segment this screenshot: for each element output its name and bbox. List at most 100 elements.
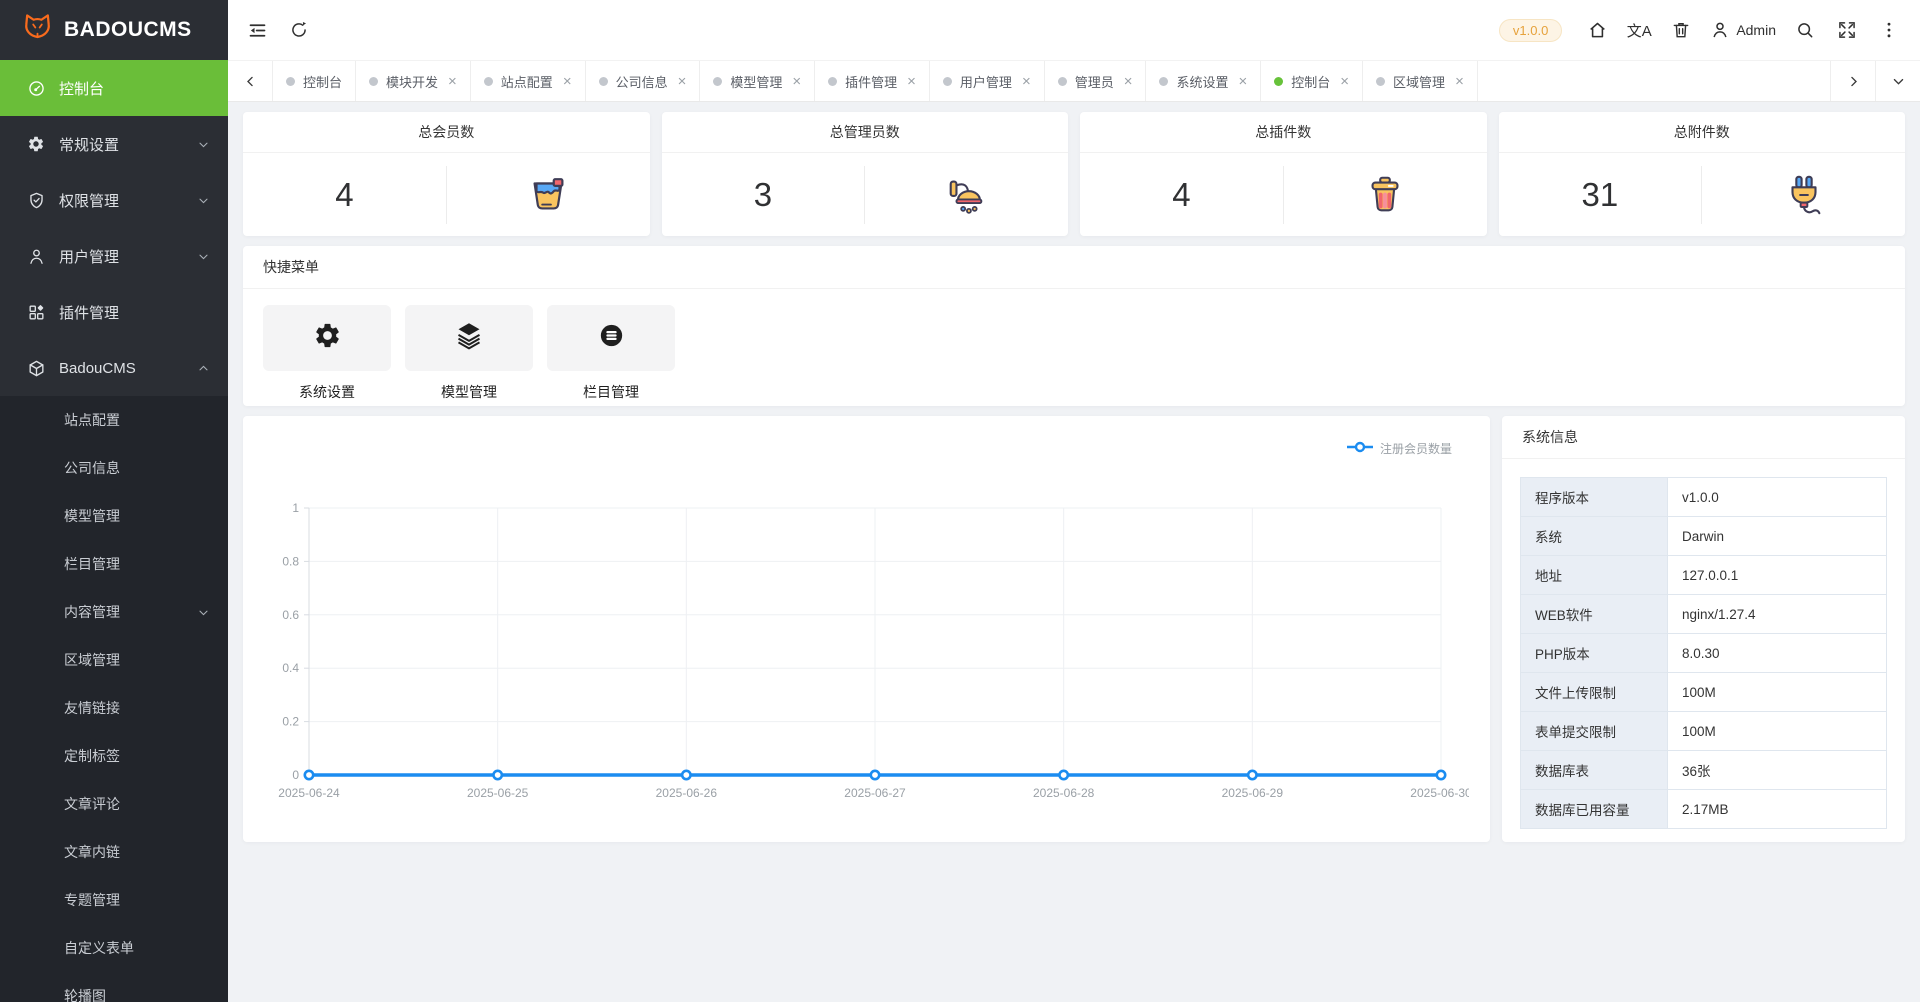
tab-控制台[interactable]: 控制台 [273,61,356,101]
legend-label: 注册会员数量 [1380,440,1452,457]
tab-系统设置[interactable]: 系统设置× [1146,61,1261,101]
tab-模块开发[interactable]: 模块开发× [356,61,471,101]
tab-close-icon[interactable]: × [1455,74,1464,89]
search-icon[interactable] [1784,0,1826,60]
sidebar-item-label: BadouCMS [59,360,197,377]
sidebar-subitem-label: 栏目管理 [64,554,210,574]
tab-label: 插件管理 [845,72,897,91]
sidebar-subitem-定制标签[interactable]: 定制标签 [0,732,228,780]
chevron-down-icon [197,138,210,151]
app-root: BADOUCMS 控制台常规设置权限管理用户管理插件管理BadouCMS站点配置… [0,0,1920,1002]
sidebar-item-常规设置[interactable]: 常规设置 [0,116,228,172]
tab-close-icon[interactable]: × [907,74,916,89]
tab-close-icon[interactable]: × [678,74,687,89]
system-info-label: 数据库已用容量 [1521,790,1668,829]
sidebar-subitem-友情链接[interactable]: 友情链接 [0,684,228,732]
chart-legend[interactable]: 注册会员数量 [1346,440,1452,457]
stat-card-总插件数: 总插件数4 [1080,112,1487,236]
stat-card-body: 3 [662,153,1069,236]
tab-管理员[interactable]: 管理员× [1045,61,1147,101]
tab-label: 公司信息 [616,72,668,91]
system-info-row: 程序版本v1.0.0 [1521,478,1887,517]
quick-menu-item-系统设置[interactable]: 系统设置 [263,305,391,402]
refresh-icon[interactable] [278,0,320,60]
tab-close-icon[interactable]: × [1022,74,1031,89]
sidebar-subitem-文章评论[interactable]: 文章评论 [0,780,228,828]
fullscreen-icon[interactable] [1826,0,1868,60]
sidebar-subitem-专题管理[interactable]: 专题管理 [0,876,228,924]
sidebar-item-权限管理[interactable]: 权限管理 [0,172,228,228]
sidebar-subitem-区域管理[interactable]: 区域管理 [0,636,228,684]
tab-区域管理[interactable]: 区域管理× [1363,61,1478,101]
svg-text:2025-06-24: 2025-06-24 [278,786,340,800]
tab-站点配置[interactable]: 站点配置× [471,61,586,101]
tab-active-dot [1274,77,1283,86]
sidebar-subitem-label: 内容管理 [64,602,197,622]
system-info-value: 100M [1668,673,1887,712]
sidebar-item-插件管理[interactable]: 插件管理 [0,284,228,340]
logo[interactable]: BADOUCMS [0,0,228,60]
system-info-value: 100M [1668,712,1887,751]
sidebar-subitem-站点配置[interactable]: 站点配置 [0,396,228,444]
sidebar-subitem-label: 站点配置 [64,410,210,430]
sidebar-subitem-label: 定制标签 [64,746,210,766]
svg-text:0.6: 0.6 [282,608,299,622]
tab-公司信息[interactable]: 公司信息 × [586,61,701,101]
tab-模型管理[interactable]: 模型管理× [700,61,815,101]
sidebar-subitem-公司信息[interactable]: 公司信息 [0,444,228,492]
system-info-value: 2.17MB [1668,790,1887,829]
chevron-up-icon [197,362,210,375]
sidebar-subitem-内容管理[interactable]: 内容管理 [0,588,228,636]
tabs-dropdown-button[interactable] [1875,61,1920,101]
translate-icon[interactable]: 文A [1618,0,1660,60]
top-header: v1.0.0 文A Admin [228,0,1920,60]
tab-close-icon[interactable]: × [1124,74,1133,89]
sidebar-subitem-label: 友情链接 [64,698,210,718]
sidebar-item-BadouCMS[interactable]: BadouCMS [0,340,228,396]
shower-icon [865,172,1068,218]
tab-label: 控制台 [1291,72,1330,91]
tab-close-icon[interactable]: × [1340,74,1349,89]
sidebar-subitem-模型管理[interactable]: 模型管理 [0,492,228,540]
quick-menu-label: 栏目管理 [547,382,675,402]
tab-控制台[interactable]: 控制台 × [1261,61,1363,101]
quick-menu-item-模型管理[interactable]: 模型管理 [405,305,533,402]
user-menu[interactable]: Admin [1702,0,1784,60]
tab-dot [1058,77,1067,86]
svg-text:2025-06-30: 2025-06-30 [1410,786,1469,800]
tab-close-icon[interactable]: × [563,74,572,89]
tab-用户管理[interactable]: 用户管理× [930,61,1045,101]
chevron-down-icon [197,606,210,619]
svg-text:2025-06-26: 2025-06-26 [656,786,718,800]
home-icon[interactable] [1576,0,1618,60]
tab-dot [1159,77,1168,86]
tabs-scroll-left-button[interactable] [228,61,273,101]
tab-close-icon[interactable]: × [792,74,801,89]
tab-dot [828,77,837,86]
tab-close-icon[interactable]: × [1239,74,1248,89]
clear-cache-trash-icon[interactable] [1660,0,1702,60]
svg-text:0.8: 0.8 [282,554,299,568]
sidebar-subitem-栏目管理[interactable]: 栏目管理 [0,540,228,588]
plug-icon [1702,172,1905,218]
more-kebab-icon[interactable] [1868,0,1910,60]
members-chart-card: 注册会员数量 00.20.40.60.812025-06-242025-06-2… [243,416,1490,842]
sidebar-fold-icon[interactable] [236,0,278,60]
legend-line-icon [1346,441,1374,456]
sidebar-subitem-轮播图[interactable]: 轮播图 [0,972,228,1002]
tab-close-icon[interactable]: × [448,74,457,89]
sidebar-item-控制台[interactable]: 控制台 [0,60,228,116]
stat-cards-row: 总会员数4总管理员数3总插件数4总附件数31 [243,112,1905,236]
quick-menu-item-栏目管理[interactable]: 栏目管理 [547,305,675,402]
tab-插件管理[interactable]: 插件管理 × [815,61,930,101]
sidebar: BADOUCMS 控制台常规设置权限管理用户管理插件管理 BadouCMS 站点配置… [0,0,228,1002]
tabs-scroll-right-button[interactable] [1830,61,1875,101]
stat-card-value: 3 [662,176,865,214]
sidebar-subitem-自定义表单[interactable]: 自定义表单 [0,924,228,972]
svg-text:0.2: 0.2 [282,715,299,729]
system-info-label: WEB软件 [1521,595,1668,634]
plugin-icon [26,302,46,322]
sidebar-item-用户管理[interactable]: 用户管理 [0,228,228,284]
sidebar-subitem-文章内链[interactable]: 文章内链 [0,828,228,876]
bottom-row: 注册会员数量 00.20.40.60.812025-06-242025-06-2… [243,416,1905,842]
